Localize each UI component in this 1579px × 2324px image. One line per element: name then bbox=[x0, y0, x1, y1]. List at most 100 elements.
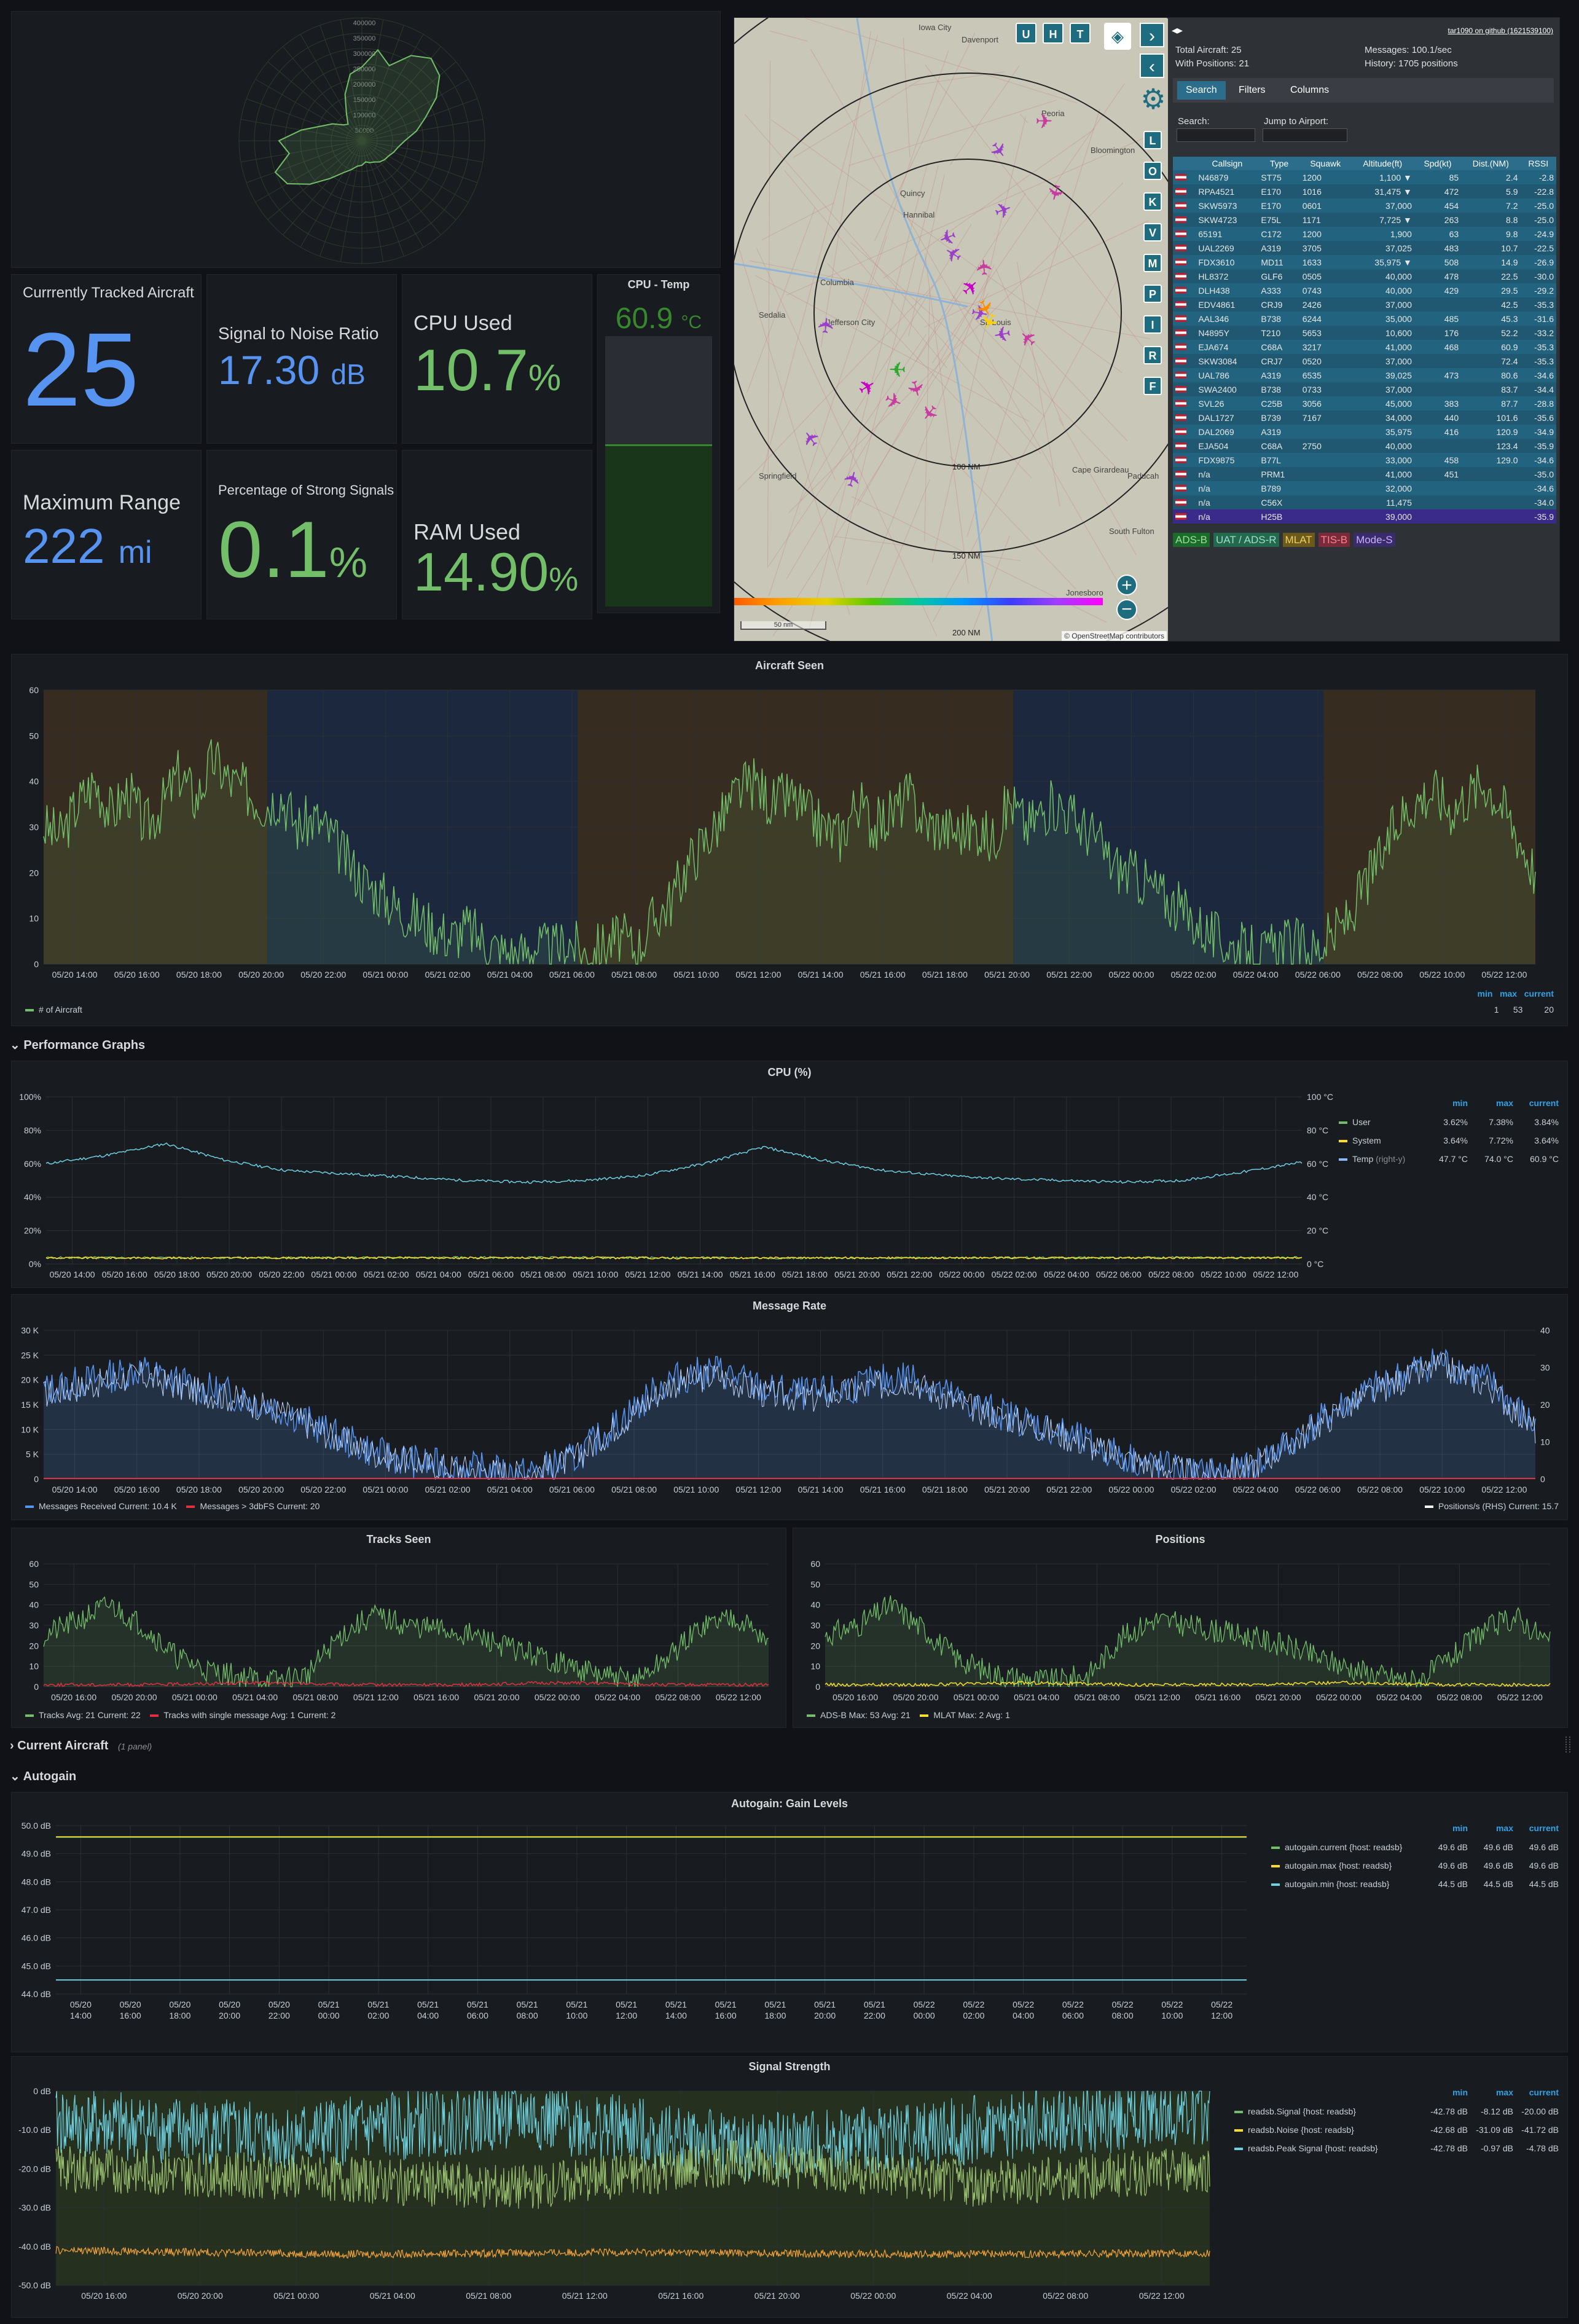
column-header[interactable]: Dist.(NM) bbox=[1461, 157, 1521, 170]
layers-button[interactable]: ◈ bbox=[1104, 23, 1131, 50]
settings-gear-icon[interactable]: ⚙ bbox=[1140, 85, 1167, 113]
column-header[interactable]: Altitude(ft) bbox=[1350, 157, 1414, 170]
table-row[interactable]: SKW4723 E75L 1171 7,725 ▼ 263 8.8 -25.0 bbox=[1173, 213, 1556, 227]
github-link[interactable]: tar1090 on github (1621539100) bbox=[1448, 26, 1553, 35]
row-current-aircraft[interactable]: › Current Aircraft (1 panel) bbox=[10, 1739, 152, 1753]
table-row[interactable]: n/a B789 32,000 -34.6 bbox=[1173, 481, 1556, 495]
table-row[interactable]: EJA674 C68A 3217 41,000 468 60.9 -35.3 bbox=[1173, 340, 1556, 354]
tab-search[interactable]: Search bbox=[1177, 80, 1226, 100]
x-tick-label: 05/20 20:00 bbox=[893, 1692, 939, 1702]
chart-legend[interactable]: ADS-B Max: 53 Avg: 21 MLAT Max: 2 Avg: 1 bbox=[807, 1710, 1010, 1720]
chart-legend[interactable]: Messages Received Current: 10.4 K Messag… bbox=[25, 1501, 319, 1511]
x-tick-label: 05/22 04:00 bbox=[595, 1692, 640, 1702]
legend-row[interactable]: autogain.current {host: readsb} 49.6 dB 49… bbox=[1271, 1838, 1566, 1856]
table-row[interactable]: DLH438 A333 0743 40,000 429 29.5 -29.2 bbox=[1173, 283, 1556, 297]
legend-row[interactable]: System 3.64% 7.72% 3.64% bbox=[1339, 1131, 1566, 1150]
map-button-t[interactable]: T bbox=[1070, 23, 1091, 44]
row-autogain[interactable]: ⌄ Autogain bbox=[10, 1769, 76, 1784]
legend-row[interactable]: readsb.Noise {host: readsb} -42.68 dB -31.… bbox=[1234, 2121, 1566, 2139]
table-row[interactable]: N4895Y T210 5653 10,600 176 52.2 -33.2 bbox=[1173, 326, 1556, 340]
column-header[interactable]: Squawk bbox=[1299, 157, 1351, 170]
table-row[interactable]: DAL1727 B739 7167 34,000 440 101.6 -35.6 bbox=[1173, 410, 1556, 425]
chart-legend[interactable]: # of Aircraft bbox=[25, 1005, 82, 1015]
search-input[interactable] bbox=[1177, 128, 1255, 142]
map-side-button-p[interactable]: P bbox=[1143, 285, 1162, 303]
table-row[interactable]: EJA504 C68A 2750 40,000 123.4 -35.9 bbox=[1173, 439, 1556, 453]
tab-columns[interactable]: Columns bbox=[1281, 80, 1338, 100]
airport-input[interactable] bbox=[1263, 128, 1347, 142]
x-tick-label: 05/22 04:00 bbox=[1233, 970, 1279, 979]
table-row[interactable]: SWA2400 B738 0733 37,000 83.7 -34.4 bbox=[1173, 382, 1556, 396]
legend-row[interactable]: readsb.Peak Signal {host: readsb} -42.78 … bbox=[1234, 2139, 1566, 2157]
zoom-in-button[interactable]: + bbox=[1116, 575, 1137, 595]
map-button-h[interactable]: H bbox=[1043, 23, 1064, 44]
y-tick-label: -20.0 dB bbox=[18, 2164, 51, 2173]
x-tick-label: 05/21 16:00 bbox=[860, 1485, 906, 1494]
tab-filters[interactable]: Filters bbox=[1229, 80, 1275, 100]
row-drag-handle-icon[interactable] bbox=[1565, 1737, 1570, 1753]
y-tick-label: 40 bbox=[810, 1600, 820, 1610]
expand-icon[interactable]: ◂▸ bbox=[1172, 24, 1183, 37]
y-tick-label: 60 bbox=[810, 1559, 820, 1569]
table-row[interactable]: 65191 C172 1200 1,900 63 9.8 -24.9 bbox=[1173, 227, 1556, 241]
table-row[interactable]: N46879 ST75 1200 1,100 ▼ 85 2.4 -2.8 bbox=[1173, 170, 1556, 184]
table-row[interactable]: FDX9875 B77L 33,000 458 129.0 -34.6 bbox=[1173, 453, 1556, 467]
table-row[interactable]: FDX3610 MD11 1633 35,975 ▼ 508 14.9 -26.9 bbox=[1173, 255, 1556, 269]
map-side-button-l[interactable]: L bbox=[1143, 131, 1162, 149]
prev-arrow-icon[interactable]: ‹ bbox=[1140, 53, 1164, 78]
map-button-u[interactable]: U bbox=[1016, 23, 1036, 44]
column-header[interactable]: Callsign bbox=[1196, 157, 1259, 170]
table-row[interactable]: DAL2069 A319 35,975 416 120.9 -34.9 bbox=[1173, 425, 1556, 439]
x-tick-label: 18:00 bbox=[764, 2011, 786, 2020]
legend-label: MLAT Max: 2 Avg: 1 bbox=[933, 1710, 1010, 1720]
legend-row[interactable]: autogain.max {host: readsb} 49.6 dB 49.6 d… bbox=[1271, 1856, 1566, 1875]
table-row[interactable]: HL8372 GLF6 0505 40,000 478 22.5 -30.0 bbox=[1173, 269, 1556, 283]
x-tick-label: 05/21 22:00 bbox=[1046, 970, 1092, 979]
table-row[interactable]: AAL346 B738 6244 35,000 485 45.3 -31.6 bbox=[1173, 312, 1556, 326]
column-header[interactable]: Type bbox=[1258, 157, 1300, 170]
map-side-button-o[interactable]: O bbox=[1143, 162, 1162, 180]
map-side-button-k[interactable]: K bbox=[1143, 192, 1162, 211]
row-title: Performance Graphs bbox=[23, 1038, 146, 1052]
map-side-button-i[interactable]: I bbox=[1143, 315, 1162, 334]
y-tick-label: 0 bbox=[815, 1682, 820, 1692]
zoom-out-button[interactable]: − bbox=[1116, 599, 1137, 620]
map-side-button-v[interactable]: V bbox=[1143, 223, 1162, 241]
table-row[interactable]: SVL26 C25B 3056 45,000 383 87.7 -28.8 bbox=[1173, 396, 1556, 410]
x-tick-label: 05/22 bbox=[1161, 2000, 1183, 2009]
messages-rate: Messages: 100.1/sec bbox=[1365, 45, 1452, 55]
column-header[interactable]: Spd(kt) bbox=[1414, 157, 1462, 170]
chart-legend-right[interactable]: Positions/s (RHS) Current: 15.7 bbox=[1424, 1501, 1559, 1511]
cpu-temp-gauge-panel: CPU - Temp 60.9 °C bbox=[597, 274, 720, 613]
legend-row[interactable]: User 3.62% 7.38% 3.84% bbox=[1339, 1113, 1566, 1131]
legend-value: -31.09 dB bbox=[1476, 2125, 1513, 2135]
table-row[interactable]: UAL2269 A319 3705 37,025 483 10.7 -22.5 bbox=[1173, 241, 1556, 255]
table-row[interactable]: RPA4521 E170 1016 31,475 ▼ 472 5.9 -22.8 bbox=[1173, 184, 1556, 198]
table-row[interactable]: EDV4861 CRJ9 2426 37,000 42.5 -35.3 bbox=[1173, 297, 1556, 312]
x-tick-label: 05/20 18:00 bbox=[176, 1485, 222, 1494]
table-cell: 45,000 bbox=[1385, 398, 1412, 409]
map-side-button-m[interactable]: M bbox=[1143, 254, 1162, 272]
legend-values: 49.6 dB 49.6 dB 49.6 dB bbox=[1422, 1838, 1559, 1856]
column-header[interactable]: RSSI bbox=[1520, 157, 1556, 170]
next-arrow-icon[interactable]: › bbox=[1140, 23, 1164, 47]
row-performance-graphs[interactable]: ⌄ Performance Graphs bbox=[10, 1037, 145, 1053]
chart-legend[interactable]: Tracks Avg: 21 Current: 22 Tracks with s… bbox=[25, 1710, 335, 1720]
aircraft-icon: ✈ bbox=[1014, 323, 1043, 353]
map-side-button-f[interactable]: F bbox=[1143, 377, 1162, 395]
table-row[interactable]: n/a C56X 11,475 -34.0 bbox=[1173, 495, 1556, 509]
table-row[interactable]: SKW3084 CRJ7 0520 37,000 72.4 -35.3 bbox=[1173, 354, 1556, 368]
map[interactable]: Iowa City Davenport Peoria Bloomington Quinc… bbox=[734, 18, 1168, 641]
aircraft-icon: ✈ bbox=[972, 257, 998, 277]
legend-row[interactable]: readsb.Signal {host: readsb} -42.78 dB -8.… bbox=[1234, 2102, 1566, 2121]
table-row[interactable]: n/a H25B 39,000 -35.9 bbox=[1173, 509, 1556, 524]
legend-value: 7.38% bbox=[1489, 1117, 1513, 1127]
legend-row[interactable]: Temp (right-y) 47.7 °C 74.0 °C 60.9 °C bbox=[1339, 1150, 1566, 1168]
table-row[interactable]: SKW5973 E170 0601 37,000 454 7.2 -25.0 bbox=[1173, 198, 1556, 213]
legend-row[interactable]: autogain.min {host: readsb} 44.5 dB 44.5 d… bbox=[1271, 1875, 1566, 1893]
table-row[interactable]: UAL786 A319 6535 39,025 473 80.6 -34.6 bbox=[1173, 368, 1556, 382]
legend-label: Positions/s (RHS) Current: 15.7 bbox=[1438, 1501, 1559, 1511]
y2-tick-label: 20 °C bbox=[1307, 1226, 1328, 1236]
table-row[interactable]: n/a PRM1 41,000 451 -35.0 bbox=[1173, 467, 1556, 481]
map-side-button-r[interactable]: R bbox=[1143, 346, 1162, 364]
